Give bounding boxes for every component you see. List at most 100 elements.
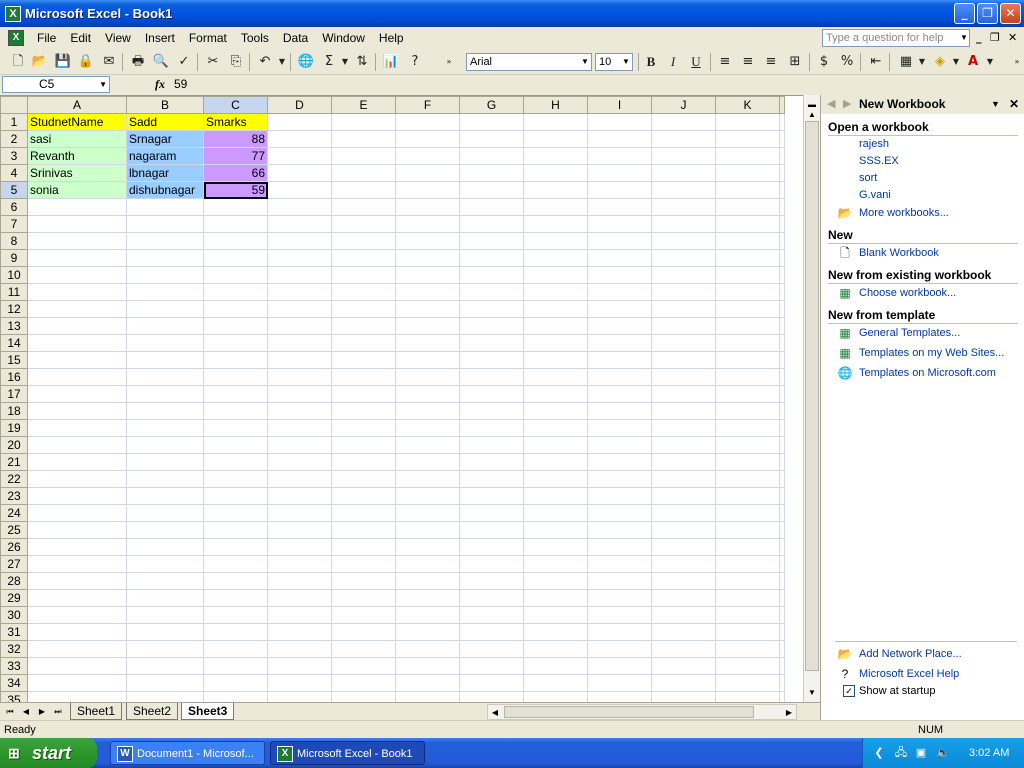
cell[interactable]	[267, 419, 332, 437]
cell[interactable]: Revanth	[27, 147, 127, 165]
cell[interactable]	[779, 487, 785, 505]
cell[interactable]	[331, 640, 396, 658]
cell[interactable]	[126, 555, 204, 573]
cell[interactable]	[651, 538, 716, 556]
cell[interactable]	[523, 691, 588, 702]
cell[interactable]	[203, 351, 268, 369]
cell[interactable]	[715, 453, 780, 471]
cell[interactable]	[587, 436, 652, 454]
cell[interactable]	[715, 419, 780, 437]
column-header[interactable]: F	[395, 96, 460, 114]
row-header[interactable]: 7	[0, 215, 28, 233]
cell[interactable]	[267, 113, 332, 131]
cell[interactable]	[126, 198, 204, 216]
cell[interactable]	[715, 504, 780, 522]
cell[interactable]	[523, 130, 588, 148]
cell[interactable]	[126, 402, 204, 420]
cell[interactable]	[587, 572, 652, 590]
cell[interactable]	[779, 266, 785, 284]
font-name-select[interactable]: Arial ▼	[466, 53, 592, 71]
cell[interactable]	[715, 555, 780, 573]
scroll-thumb[interactable]	[504, 706, 754, 718]
cell[interactable]	[126, 385, 204, 403]
cell[interactable]	[395, 436, 460, 454]
row-header[interactable]: 27	[0, 555, 28, 573]
cell[interactable]	[523, 402, 588, 420]
font-size-select[interactable]: 10 ▼	[595, 53, 633, 71]
cell[interactable]	[779, 572, 785, 590]
cell[interactable]	[459, 470, 524, 488]
cell[interactable]	[459, 555, 524, 573]
cell[interactable]	[267, 130, 332, 148]
cell[interactable]	[126, 470, 204, 488]
row-header[interactable]: 16	[0, 368, 28, 386]
minimize-button[interactable]: _	[954, 3, 975, 24]
cell[interactable]: 77	[203, 147, 268, 165]
cell[interactable]	[203, 266, 268, 284]
cut-icon[interactable]: ✂	[203, 52, 223, 72]
cell[interactable]	[267, 487, 332, 505]
cell[interactable]	[523, 317, 588, 335]
cell[interactable]	[126, 249, 204, 267]
cell[interactable]	[587, 640, 652, 658]
column-header[interactable]: B	[126, 96, 204, 114]
cell[interactable]	[651, 266, 716, 284]
cell[interactable]	[267, 368, 332, 386]
cell[interactable]	[267, 147, 332, 165]
scroll-left-icon[interactable]: ◀	[488, 705, 502, 720]
cell[interactable]	[267, 436, 332, 454]
cell[interactable]	[203, 453, 268, 471]
excel-help-link[interactable]: Microsoft Excel Help	[859, 666, 959, 682]
autosum-icon[interactable]: Σ	[319, 52, 339, 72]
row-header[interactable]: 1	[0, 113, 28, 131]
scroll-right-icon[interactable]: ▶	[782, 705, 796, 720]
cell[interactable]	[523, 147, 588, 165]
cell[interactable]	[715, 470, 780, 488]
cell[interactable]	[27, 317, 127, 335]
insert-function-icon[interactable]: fx	[155, 76, 165, 93]
cell[interactable]	[331, 589, 396, 607]
cell[interactable]	[126, 368, 204, 386]
cell[interactable]	[523, 198, 588, 216]
permission-icon[interactable]: 🔒	[76, 52, 96, 72]
cell[interactable]	[715, 606, 780, 624]
cell[interactable]	[715, 198, 780, 216]
cell[interactable]	[27, 436, 127, 454]
cell[interactable]	[395, 504, 460, 522]
cell[interactable]	[523, 572, 588, 590]
blank-workbook-link[interactable]: Blank Workbook	[859, 245, 939, 261]
cell[interactable]	[203, 402, 268, 420]
merge-center-icon[interactable]: ⊞	[785, 52, 805, 72]
row-header[interactable]: 29	[0, 589, 28, 607]
percent-icon[interactable]: %	[837, 52, 857, 72]
cell[interactable]	[331, 521, 396, 539]
cell[interactable]	[587, 368, 652, 386]
column-header[interactable]	[779, 96, 785, 114]
cell[interactable]	[331, 555, 396, 573]
row-header[interactable]: 21	[0, 453, 28, 471]
cell[interactable]	[587, 402, 652, 420]
cell[interactable]	[331, 368, 396, 386]
cell[interactable]	[267, 572, 332, 590]
cell[interactable]	[331, 215, 396, 233]
cell[interactable]	[651, 300, 716, 318]
cell[interactable]	[27, 232, 127, 250]
cell[interactable]	[715, 232, 780, 250]
cell[interactable]: Smarks	[203, 113, 268, 131]
cell[interactable]	[715, 249, 780, 267]
show-hidden-icons-icon[interactable]: ❮	[871, 745, 887, 761]
bold-button[interactable]: B	[641, 52, 661, 72]
cell[interactable]	[779, 606, 785, 624]
cell[interactable]	[715, 181, 780, 199]
underline-button[interactable]: U	[686, 52, 706, 72]
cell[interactable]	[267, 215, 332, 233]
cell[interactable]	[779, 164, 785, 182]
cell[interactable]	[651, 402, 716, 420]
sort-ascending-icon[interactable]: ⇅	[352, 52, 372, 72]
column-header[interactable]: I	[587, 96, 652, 114]
cell[interactable]	[126, 351, 204, 369]
cell[interactable]	[651, 419, 716, 437]
cell[interactable]	[203, 657, 268, 675]
cell[interactable]	[651, 317, 716, 335]
row-header[interactable]: 9	[0, 249, 28, 267]
